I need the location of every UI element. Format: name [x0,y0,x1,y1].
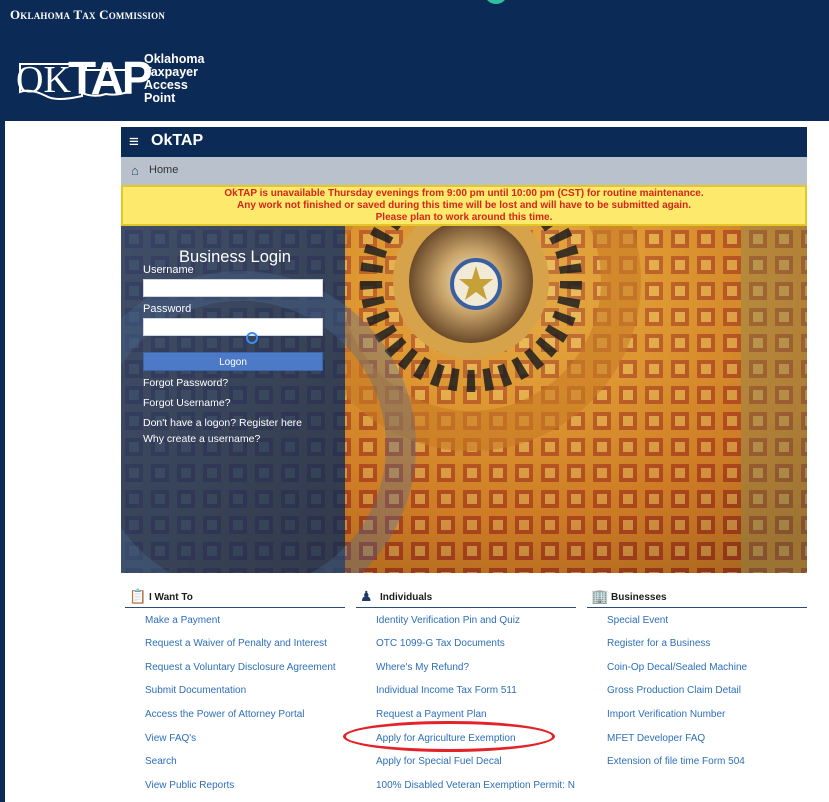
page-left-border [0,121,5,802]
maintenance-notice: OkTAP is unavailable Thursday evenings f… [121,185,807,226]
link-form-511[interactable]: Individual Income Tax Form 511 [376,685,517,696]
breadcrumb-home[interactable]: Home [149,164,178,176]
link-import-verification[interactable]: Import Verification Number [607,709,725,720]
annotation-highlight-ring [343,721,555,752]
site-header: Oklahoma Tax Commission OK TAP Oklahoma … [0,0,829,121]
link-1099g[interactable]: OTC 1099-G Tax Documents [376,638,505,649]
building-icon: 🏢 [591,588,609,604]
register-link[interactable]: Don't have a logon? Register here [143,417,302,429]
logo-tagline: Oklahoma Taxpayer Access Point [144,52,205,105]
logo-ok: OK [16,59,71,101]
link-public-reports[interactable]: View Public Reports [145,780,234,791]
section-header: 🏢 Businesses [587,588,807,608]
password-input[interactable] [143,318,323,336]
link-veteran-exemption[interactable]: 100% Disabled Veteran Exemption Permit: … [376,780,575,791]
link-wheres-my-refund[interactable]: Where's My Refund? [376,662,469,673]
hamburger-icon[interactable]: ≡ [129,132,139,152]
oktap-logo[interactable]: OK TAP Oklahoma Taxpayer Access Point [16,52,226,106]
section-title: Businesses [611,592,667,603]
link-search[interactable]: Search [145,756,177,767]
link-form-504[interactable]: Extension of file time Form 504 [607,756,745,767]
section-header: 📋 I Want To [125,588,345,608]
link-gross-production[interactable]: Gross Production Claim Detail [607,685,741,696]
login-panel: Business Login Username Password Logon F… [121,226,345,573]
link-mfet-faq[interactable]: MFET Developer FAQ [607,733,705,744]
username-label: Username [143,264,194,276]
link-waiver-penalty[interactable]: Request a Waiver of Penalty and Interest [145,638,327,649]
login-title: Business Login [179,248,291,266]
link-special-fuel-decal[interactable]: Apply for Special Fuel Decal [376,756,502,767]
password-label: Password [143,303,192,315]
logo-tap: TAP [68,52,153,104]
link-power-of-attorney[interactable]: Access the Power of Attorney Portal [145,709,305,720]
link-view-faqs[interactable]: View FAQ's [145,733,196,744]
breadcrumb: ⌂ Home [121,157,807,185]
person-icon: ♟ [360,588,373,604]
section-title: Individuals [380,592,433,603]
loading-spinner-icon [246,332,258,344]
link-submit-documentation[interactable]: Submit Documentation [145,685,246,696]
link-identity-verification[interactable]: Identity Verification Pin and Quiz [376,615,520,626]
hero-banner: Business Login Username Password Logon F… [121,226,807,573]
logon-button[interactable]: Logon [143,352,323,371]
section-header: ♟ Individuals [356,588,576,608]
link-special-event[interactable]: Special Event [607,615,668,626]
link-make-payment[interactable]: Make a Payment [145,615,220,626]
home-icon[interactable]: ⌂ [131,163,139,178]
section-title: I Want To [149,592,193,603]
forgot-username-link[interactable]: Forgot Username? [143,397,231,409]
username-input[interactable] [143,279,323,297]
teal-indicator [484,0,508,4]
agency-name: Oklahoma Tax Commission [10,7,166,22]
app-title: OkTAP [151,132,204,149]
link-register-business[interactable]: Register for a Business [607,638,710,649]
link-payment-plan[interactable]: Request a Payment Plan [376,709,487,720]
app-bar: ≡ OkTAP [121,127,807,157]
forgot-password-link[interactable]: Forgot Password? [143,377,228,389]
link-voluntary-disclosure[interactable]: Request a Voluntary Disclosure Agreement [145,662,336,673]
clipboard-icon: 📋 [129,588,147,604]
why-create-username-link[interactable]: Why create a username? [143,433,260,445]
link-coin-op-decal[interactable]: Coin-Op Decal/Sealed Machine [607,662,747,673]
